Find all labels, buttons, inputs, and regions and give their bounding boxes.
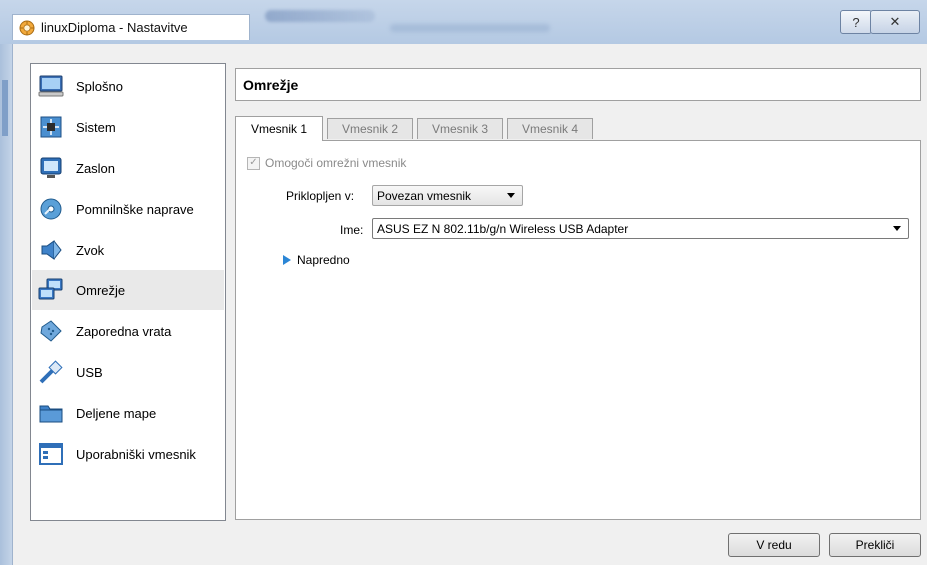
attached-to-select[interactable]: Povezan vmesnik bbox=[372, 185, 523, 206]
advanced-label: Napredno bbox=[297, 253, 350, 267]
sidebar-item-uporabniski-vmesnik[interactable]: Uporabniški vmesnik bbox=[32, 434, 224, 474]
tab-vmesnik-3[interactable]: Vmesnik 3 bbox=[417, 118, 503, 139]
tab-label: Vmesnik 2 bbox=[341, 122, 399, 136]
sidebar-item-label: Pomnilnške naprave bbox=[76, 201, 194, 217]
expand-triangle-icon bbox=[283, 255, 291, 265]
tab-label: Vmesnik 1 bbox=[250, 122, 308, 136]
adapter-name-value: ASUS EZ N 802.11b/g/n Wireless USB Adapt… bbox=[377, 221, 629, 236]
tab-label: Vmesnik 4 bbox=[521, 122, 579, 136]
chevron-down-icon bbox=[893, 226, 901, 231]
speaker-icon bbox=[38, 237, 64, 263]
tab-vmesnik-4[interactable]: Vmesnik 4 bbox=[507, 118, 593, 139]
sidebar-item-label: Zvok bbox=[76, 242, 105, 258]
enable-adapter-checkbox-row[interactable]: ✓ Omogoči omrežni vmesnik bbox=[247, 156, 406, 170]
sidebar-item-label: Zaslon bbox=[76, 160, 116, 176]
usb-icon bbox=[38, 359, 64, 385]
monitor-icon bbox=[38, 73, 64, 99]
attached-to-label: Priklopljen v: bbox=[286, 189, 355, 203]
chip-icon bbox=[38, 114, 64, 140]
sidebar-item-splosno[interactable]: Splošno bbox=[32, 66, 224, 106]
sidebar-item-zaslon[interactable]: Zaslon bbox=[32, 148, 224, 188]
ok-button[interactable]: V redu bbox=[728, 533, 820, 557]
help-icon: ? bbox=[852, 14, 860, 30]
ui-window-icon bbox=[38, 441, 64, 467]
sidebar-item-label: Splošno bbox=[76, 78, 123, 94]
window-left-border bbox=[0, 44, 12, 565]
attached-to-value: Povezan vmesnik bbox=[377, 188, 472, 203]
sidebar-item-usb[interactable]: USB bbox=[32, 352, 224, 392]
close-icon: ✕ bbox=[889, 14, 901, 29]
display-icon bbox=[38, 155, 64, 181]
sidebar-item-label: Deljene mape bbox=[76, 405, 157, 421]
sidebar-item-label: Zaporedna vrata bbox=[76, 323, 172, 339]
enable-adapter-checkbox[interactable]: ✓ bbox=[247, 156, 260, 170]
help-button[interactable]: ? bbox=[840, 10, 872, 34]
enable-adapter-label: Omogoči omrežni vmesnik bbox=[265, 156, 407, 170]
sidebar-item-zaporedna-vrata[interactable]: Zaporedna vrata bbox=[32, 311, 224, 351]
window-title-area: linuxDiploma - Nastavitve bbox=[12, 14, 250, 40]
sidebar-item-label: Sistem bbox=[76, 119, 116, 135]
window-title: linuxDiploma - Nastavitve bbox=[41, 20, 188, 35]
title-bar: linuxDiploma - Nastavitve ? ✕ bbox=[0, 0, 927, 44]
background-window-blur bbox=[390, 24, 550, 32]
page-title-text: Omrežje bbox=[243, 76, 299, 93]
tab-label: Vmesnik 3 bbox=[431, 122, 489, 136]
adapter-name-select[interactable]: ASUS EZ N 802.11b/g/n Wireless USB Adapt… bbox=[372, 218, 909, 239]
serial-port-icon bbox=[38, 318, 64, 344]
background-window-blur bbox=[265, 10, 375, 22]
sidebar-item-label: Omrežje bbox=[76, 282, 126, 298]
disk-icon bbox=[38, 196, 64, 222]
cancel-label: Prekliči bbox=[855, 538, 895, 552]
virtualbox-app-icon bbox=[19, 20, 35, 35]
border-accent bbox=[2, 80, 8, 136]
sidebar-item-sistem[interactable]: Sistem bbox=[32, 107, 224, 147]
sidebar-item-omrezje[interactable]: Omrežje bbox=[32, 270, 224, 310]
network-icon bbox=[38, 277, 64, 303]
cancel-button[interactable]: Prekliči bbox=[829, 533, 921, 557]
sidebar-item-deljene-mape[interactable]: Deljene mape bbox=[32, 393, 224, 433]
close-button[interactable]: ✕ bbox=[870, 10, 920, 34]
advanced-toggle[interactable]: Napredno bbox=[283, 253, 350, 267]
page-title: Omrežje bbox=[235, 68, 921, 101]
tab-vmesnik-2[interactable]: Vmesnik 2 bbox=[327, 118, 413, 139]
settings-sidebar: Splošno Sistem Zaslon Pomnilnške naprave… bbox=[30, 63, 226, 521]
chevron-down-icon bbox=[507, 193, 515, 198]
sidebar-item-label: Uporabniški vmesnik bbox=[76, 446, 196, 462]
ok-label: V redu bbox=[756, 538, 792, 552]
sidebar-item-label: USB bbox=[76, 364, 103, 380]
tab-vmesnik-1[interactable]: Vmesnik 1 bbox=[235, 116, 323, 141]
sidebar-item-zvok[interactable]: Zvok bbox=[32, 230, 224, 270]
name-label: Ime: bbox=[340, 223, 364, 237]
folder-icon bbox=[38, 400, 64, 426]
sidebar-item-pomnilnske-naprave[interactable]: Pomnilnške naprave bbox=[32, 189, 224, 229]
